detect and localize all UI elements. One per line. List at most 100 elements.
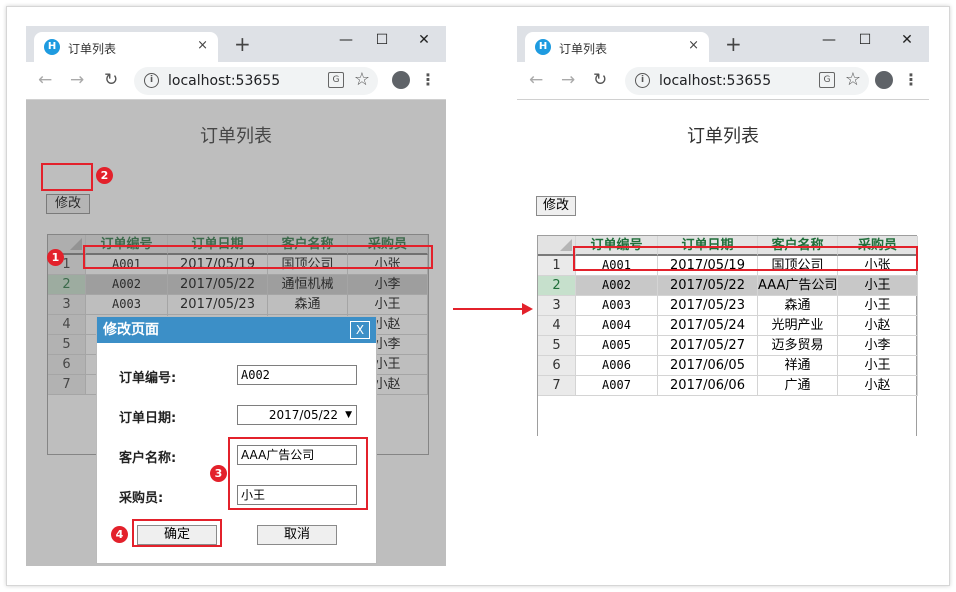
- select-all-corner[interactable]: [538, 236, 576, 256]
- highlight-updated-row: [573, 246, 918, 271]
- profile-avatar-icon[interactable]: [392, 71, 410, 89]
- cancel-button[interactable]: 取消: [257, 525, 337, 545]
- browser-tab[interactable]: H 订单列表 ×: [525, 32, 709, 62]
- cell-buyer: 小王: [838, 276, 918, 296]
- cell-customer: 祥通: [758, 356, 838, 376]
- row-number: 1: [538, 256, 576, 276]
- cell-customer: 森通: [758, 296, 838, 316]
- order-date-value: 2017/05/22: [268, 408, 338, 422]
- browser-window-after: H 订单列表 × + — ☐ ✕ ← → ↻ i localhost:53655…: [517, 26, 929, 436]
- table-row[interactable]: 7A0072017/06/06广通小赵: [538, 376, 918, 396]
- maximize-icon[interactable]: ☐: [845, 29, 885, 51]
- row-number: 4: [538, 316, 576, 336]
- site-info-icon[interactable]: i: [635, 73, 650, 88]
- maximize-icon[interactable]: ☐: [362, 29, 402, 51]
- order-no-field[interactable]: A002: [237, 365, 357, 385]
- cell-buyer: 小赵: [838, 316, 918, 336]
- cell-date: 2017/06/05: [658, 356, 758, 376]
- menu-icon[interactable]: ⋮: [420, 70, 436, 89]
- reload-icon[interactable]: ↻: [104, 70, 118, 90]
- cell-customer: 光明产业: [758, 316, 838, 336]
- tab-strip: H 订单列表 × + — ☐ ✕: [517, 26, 929, 62]
- tab-strip: H 订单列表 × + — ☐ ✕: [26, 26, 446, 62]
- cell-buyer: 小李: [838, 336, 918, 356]
- table-row[interactable]: 6A0062017/06/05祥通小王: [538, 356, 918, 376]
- url-text: localhost:53655: [168, 73, 281, 89]
- tab-close-icon[interactable]: ×: [197, 38, 208, 53]
- customer-label: 客户名称:: [119, 451, 177, 466]
- arrow-head-icon: [522, 303, 533, 315]
- order-date-picker[interactable]: 2017/05/22 ▼: [237, 405, 357, 425]
- reload-icon[interactable]: ↻: [593, 70, 607, 90]
- step-badge-2: 2: [96, 167, 113, 184]
- buyer-label: 采购员:: [119, 491, 164, 506]
- cell-customer: 广通: [758, 376, 838, 396]
- dialog-close-button[interactable]: X: [350, 321, 370, 339]
- cell-customer: 迈多贸易: [758, 336, 838, 356]
- browser-toolbar: ← → ↻ i localhost:53655 G ☆ ⋮: [517, 62, 929, 100]
- site-logo-icon: H: [535, 39, 551, 55]
- tab-title: 订单列表: [559, 42, 608, 56]
- forward-icon[interactable]: →: [561, 70, 575, 90]
- dialog-title: 修改页面: [97, 317, 376, 343]
- cell-customer: AAA广告公司: [758, 276, 838, 296]
- row-number: 5: [538, 336, 576, 356]
- window-close-icon[interactable]: ✕: [404, 29, 444, 51]
- table-row[interactable]: 2 A002 2017/05/22 AAA广告公司 小王: [538, 276, 918, 296]
- modify-button[interactable]: 修改: [536, 196, 576, 216]
- address-bar[interactable]: i localhost:53655 G ☆: [134, 67, 378, 95]
- translate-icon[interactable]: G: [819, 72, 835, 88]
- tab-close-icon[interactable]: ×: [688, 38, 699, 53]
- row-number: 7: [538, 376, 576, 396]
- step-badge-3: 3: [210, 465, 227, 482]
- table-row[interactable]: 5A0052017/05/27迈多贸易小李: [538, 336, 918, 356]
- minimize-icon[interactable]: —: [809, 29, 849, 51]
- highlight-confirm-button: [132, 519, 222, 547]
- cell-buyer: 小王: [838, 356, 918, 376]
- new-tab-icon[interactable]: +: [725, 34, 742, 54]
- site-info-icon[interactable]: i: [144, 73, 159, 88]
- cell-id: A007: [576, 376, 658, 396]
- cell-id: A004: [576, 316, 658, 336]
- row-number: 2: [538, 276, 576, 296]
- page-title: 订单列表: [687, 126, 759, 147]
- table-row[interactable]: 4A0042017/05/24光明产业小赵: [538, 316, 918, 336]
- cell-buyer: 小王: [838, 296, 918, 316]
- bookmark-star-icon[interactable]: ☆: [845, 69, 861, 90]
- browser-tab[interactable]: H 订单列表 ×: [34, 32, 218, 62]
- result-arrow: [453, 308, 525, 310]
- back-icon[interactable]: ←: [38, 70, 52, 90]
- bookmark-star-icon[interactable]: ☆: [354, 69, 370, 90]
- cell-id: A005: [576, 336, 658, 356]
- window-close-icon[interactable]: ✕: [887, 29, 927, 51]
- row-number: 6: [538, 356, 576, 376]
- cell-date: 2017/05/22: [658, 276, 758, 296]
- back-icon[interactable]: ←: [529, 70, 543, 90]
- step-badge-1: 1: [47, 249, 64, 266]
- browser-toolbar: ← → ↻ i localhost:53655 G ☆ ⋮: [26, 62, 446, 100]
- cell-id: A003: [576, 296, 658, 316]
- cell-date: 2017/05/23: [658, 296, 758, 316]
- cell-id: A002: [576, 276, 658, 296]
- minimize-icon[interactable]: —: [326, 29, 366, 51]
- url-text: localhost:53655: [659, 73, 772, 89]
- cell-buyer: 小赵: [838, 376, 918, 396]
- translate-icon[interactable]: G: [328, 72, 344, 88]
- cell-date: 2017/05/27: [658, 336, 758, 356]
- cell-id: A006: [576, 356, 658, 376]
- table-row[interactable]: 3 A003 2017/05/23 森通 小王: [538, 296, 918, 316]
- address-bar[interactable]: i localhost:53655 G ☆: [625, 67, 869, 95]
- highlight-modify-button: [41, 163, 93, 191]
- order-no-label: 订单编号:: [119, 371, 177, 386]
- dialog-title-text: 修改页面: [103, 322, 159, 338]
- step-badge-4: 4: [111, 526, 128, 543]
- order-date-label: 订单日期:: [119, 411, 177, 426]
- profile-avatar-icon[interactable]: [875, 71, 893, 89]
- new-tab-icon[interactable]: +: [234, 34, 251, 54]
- chevron-down-icon: ▼: [345, 410, 352, 420]
- forward-icon[interactable]: →: [70, 70, 84, 90]
- cell-date: 2017/06/06: [658, 376, 758, 396]
- menu-icon[interactable]: ⋮: [903, 70, 919, 89]
- tab-title: 订单列表: [68, 42, 117, 56]
- highlight-selected-row: [83, 245, 433, 269]
